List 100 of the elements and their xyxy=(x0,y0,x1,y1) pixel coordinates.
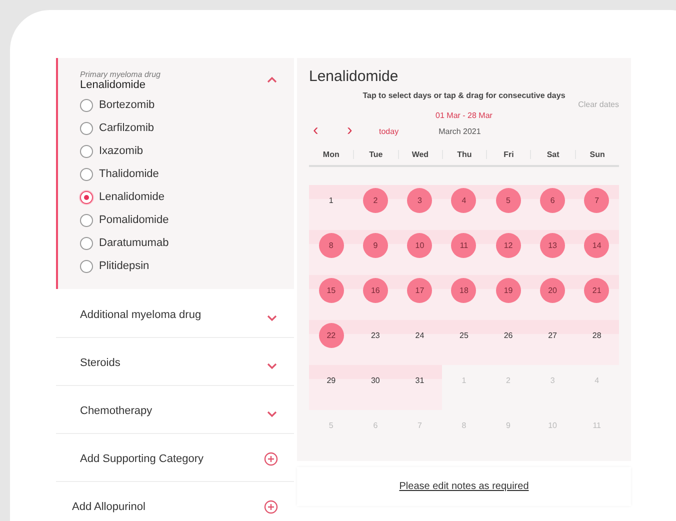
day-cell[interactable]: 7 xyxy=(574,185,619,230)
previous-button[interactable]: ‹ xyxy=(313,122,343,140)
radio-option[interactable]: Thalidomide xyxy=(80,165,278,183)
selected-day[interactable]: 12 xyxy=(496,233,521,258)
radio-button[interactable] xyxy=(80,236,93,250)
day-cell[interactable]: 20 xyxy=(530,275,575,320)
selected-day[interactable]: 15 xyxy=(318,278,344,303)
radio-button[interactable] xyxy=(80,260,93,272)
day-number[interactable]: 27 xyxy=(540,323,566,348)
drug-title: Lenalidomide xyxy=(309,68,400,85)
weekday-header: Sun xyxy=(574,150,619,159)
date-range: 01 Mar - 28 Mar xyxy=(434,111,494,120)
day-number[interactable]: 1 xyxy=(318,188,344,213)
day-cell[interactable]: 3 xyxy=(398,185,442,230)
selected-day[interactable]: 5 xyxy=(496,188,521,213)
radio-option[interactable]: Pomalidomide xyxy=(80,211,278,229)
day-cell[interactable]: 24 xyxy=(398,320,442,365)
weekday-header: Sat xyxy=(530,150,575,159)
weekday-header: Wed xyxy=(398,150,442,159)
weekday-header: Mon xyxy=(322,150,340,159)
weekday-header: Thu xyxy=(442,150,486,159)
day-number[interactable]: 25 xyxy=(451,323,476,348)
day-cell[interactable]: 12 xyxy=(486,230,530,275)
add-icon xyxy=(264,452,278,466)
day-number[interactable]: 26 xyxy=(496,323,521,348)
day-cell[interactable]: 22 xyxy=(309,320,354,365)
selected-day[interactable]: 11 xyxy=(451,233,476,258)
add-icon xyxy=(264,500,278,514)
selected-day[interactable]: 21 xyxy=(584,278,610,303)
radio-option[interactable]: Plitidepsin xyxy=(80,257,278,275)
chevron-icon xyxy=(266,410,278,418)
radio-button[interactable] xyxy=(80,122,93,134)
chevron-icon xyxy=(266,314,278,322)
clear-dates-link[interactable]: Clear dates xyxy=(578,100,619,109)
month-label: March 2021 xyxy=(438,126,481,136)
selected-day[interactable]: 8 xyxy=(318,233,344,258)
day-cell[interactable]: 16 xyxy=(353,275,398,320)
radio-button[interactable] xyxy=(80,98,93,112)
day-number[interactable]: 23 xyxy=(362,323,388,348)
day-number[interactable]: 30 xyxy=(362,368,388,393)
day-number[interactable]: 24 xyxy=(407,323,432,348)
day-cell[interactable]: 30 xyxy=(353,365,398,410)
instruction-text: Tap to select days or tap & drag for consecutive days xyxy=(362,91,566,100)
selected-day[interactable]: 22 xyxy=(318,323,344,348)
radio-button[interactable] xyxy=(80,144,93,158)
today-button[interactable]: today xyxy=(379,126,399,136)
day-cell[interactable]: 13 xyxy=(530,230,575,275)
day-cell[interactable]: 31 xyxy=(398,365,442,410)
selected-day[interactable]: 14 xyxy=(584,233,610,258)
day-cell[interactable]: 21 xyxy=(574,275,619,320)
selected-day[interactable]: 7 xyxy=(584,188,610,213)
selected-day[interactable]: 4 xyxy=(451,188,476,213)
selected-day[interactable]: 19 xyxy=(496,278,521,303)
selected-day[interactable]: 6 xyxy=(540,188,566,213)
selected-day[interactable]: 10 xyxy=(407,233,432,258)
selected-day[interactable]: 9 xyxy=(362,233,388,258)
selected-day[interactable]: 2 xyxy=(362,188,388,213)
day-cell[interactable]: 25 xyxy=(442,320,486,365)
radio-option[interactable]: Ixazomib xyxy=(80,142,278,160)
weekday-header: Tue xyxy=(353,150,398,159)
day-number[interactable]: 31 xyxy=(407,368,432,393)
day-cell[interactable]: 23 xyxy=(353,320,398,365)
day-cell[interactable]: 6 xyxy=(530,185,575,230)
selected-day[interactable]: 17 xyxy=(407,278,432,303)
day-number[interactable]: 28 xyxy=(584,323,610,348)
chevron-icon[interactable] xyxy=(266,76,278,84)
radio-option[interactable]: Lenalidomide xyxy=(80,188,278,206)
day-cell[interactable]: 27 xyxy=(530,320,575,365)
day-cell[interactable]: 19 xyxy=(486,275,530,320)
day-cell[interactable]: 5 xyxy=(486,185,530,230)
radio-option[interactable]: Bortezomib xyxy=(80,96,278,114)
day-cell[interactable]: 26 xyxy=(486,320,530,365)
radio-option[interactable]: Carfilzomib xyxy=(80,119,278,137)
day-cell[interactable]: 10 xyxy=(398,230,442,275)
day-cell[interactable]: 14 xyxy=(574,230,619,275)
selected-day[interactable]: 20 xyxy=(540,278,566,303)
day-cell[interactable]: 28 xyxy=(574,320,619,365)
day-cell[interactable]: 8 xyxy=(309,230,354,275)
day-cell[interactable]: 9 xyxy=(353,230,398,275)
selected-day[interactable]: 3 xyxy=(407,188,432,213)
selected-day[interactable]: 13 xyxy=(540,233,566,258)
radio-button[interactable] xyxy=(80,214,93,226)
day-cell[interactable]: 18 xyxy=(442,275,486,320)
radio-option[interactable]: Daratumumab xyxy=(80,234,278,252)
next-button[interactable]: › xyxy=(347,122,377,140)
day-cell[interactable]: 15 xyxy=(309,275,354,320)
day-cell[interactable]: 1 xyxy=(309,185,354,230)
radio-button[interactable] xyxy=(80,190,93,204)
edit-notes-link[interactable]: Please edit notes as required xyxy=(399,481,529,492)
day-cell[interactable]: 2 xyxy=(353,185,398,230)
weekday-header: Fri xyxy=(486,150,530,159)
day-cell[interactable]: 29 xyxy=(309,365,354,410)
day-number[interactable]: 29 xyxy=(318,368,344,393)
day-cell[interactable]: 11 xyxy=(442,230,486,275)
day-cell[interactable]: 4 xyxy=(442,185,486,230)
selected-day[interactable]: 16 xyxy=(362,278,388,303)
day-cell[interactable]: 17 xyxy=(398,275,442,320)
selected-drug: Lenalidomide xyxy=(80,79,146,91)
radio-button[interactable] xyxy=(80,168,93,180)
selected-day[interactable]: 18 xyxy=(451,278,476,303)
